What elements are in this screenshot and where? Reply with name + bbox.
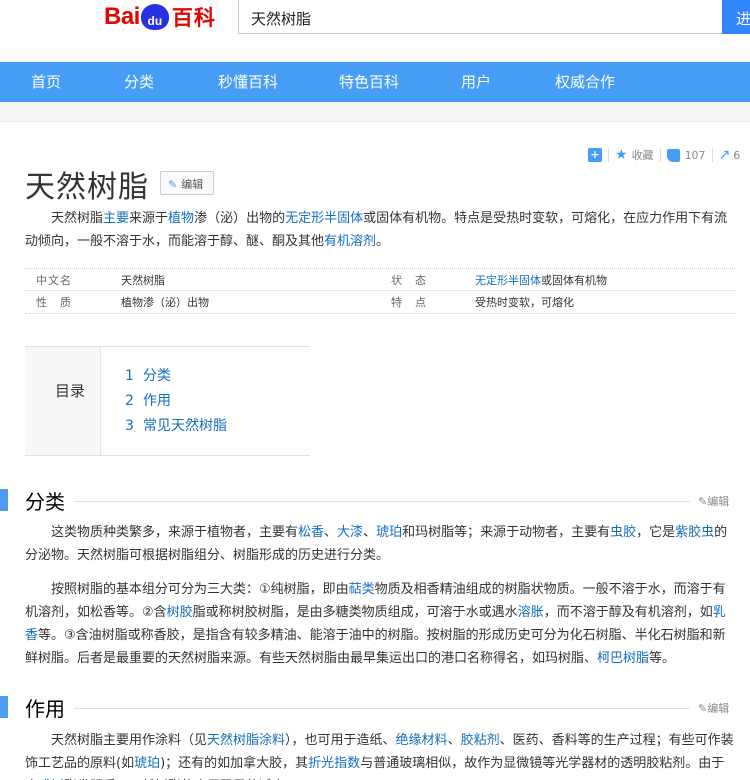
nav-item-video-baike[interactable]: 秒懂百科 bbox=[218, 62, 278, 102]
paragraph-text: 天然树脂 bbox=[51, 211, 104, 226]
inline-link[interactable]: 无定形半固体 bbox=[285, 211, 363, 226]
paragraph-text: ），也可用于造纸、 bbox=[285, 733, 396, 748]
table-of-contents: 目录 1 分类 2 作用 3 常见天然树脂 bbox=[25, 346, 310, 456]
nav-item-feature-baike[interactable]: 特色百科 bbox=[339, 62, 399, 102]
inline-link[interactable]: 有机溶剂 bbox=[324, 234, 376, 249]
section-title: 作用 bbox=[25, 697, 65, 721]
paragraph-text: 、 bbox=[447, 733, 461, 748]
nav-item-category[interactable]: 分类 bbox=[124, 62, 154, 102]
paragraph-text: 、 bbox=[363, 525, 377, 540]
inline-link[interactable]: 溶胀 bbox=[518, 605, 544, 620]
info-row: 性 质 植物渗（泌）出物 特 点 受热时变软，可熔化 bbox=[25, 291, 735, 314]
sub-nav-strip bbox=[0, 102, 750, 122]
share-count[interactable]: 6 bbox=[733, 149, 740, 162]
like-count[interactable]: 107 bbox=[685, 149, 706, 162]
info-link[interactable]: 无定形半固体 bbox=[475, 274, 541, 287]
section-header-classification: 分类 ✎编辑 bbox=[0, 487, 750, 514]
collect-button[interactable]: 收藏 bbox=[632, 147, 654, 163]
pencil-icon: ✎ bbox=[168, 178, 178, 191]
nav-item-partners[interactable]: 权威合作 bbox=[555, 62, 615, 102]
section-title: 分类 bbox=[25, 490, 65, 514]
info-key: 状 态 bbox=[391, 274, 427, 287]
page-title: 天然树脂 bbox=[25, 170, 149, 205]
inline-link[interactable]: 琥珀 bbox=[376, 525, 402, 540]
paragraph-text: 天然树脂主要用作涂料（见 bbox=[51, 733, 208, 748]
toc-label-panel: 目录 bbox=[25, 347, 101, 455]
info-key: 中文名 bbox=[36, 274, 72, 287]
info-value: 受热时变软，可熔化 bbox=[475, 296, 574, 309]
inline-link[interactable]: 松香 bbox=[298, 525, 324, 540]
info-value: 天然树脂 bbox=[121, 274, 165, 287]
inline-link[interactable]: 主要 bbox=[103, 211, 129, 226]
info-value: 植物渗（泌）出物 bbox=[121, 296, 209, 309]
edit-button[interactable]: ✎ 编辑 bbox=[160, 171, 214, 195]
main-nav: 首页 分类 秒懂百科 特色百科 用户 权威合作 bbox=[0, 62, 750, 102]
toc-item[interactable]: 3 常见天然树脂 bbox=[125, 415, 227, 435]
share-icon[interactable]: ↗ bbox=[719, 147, 731, 163]
toc-title: 目录 bbox=[55, 382, 86, 400]
inline-link[interactable]: 折光指数 bbox=[308, 756, 360, 771]
inline-link[interactable]: 柯巴树脂 bbox=[597, 651, 649, 666]
paragraph-text: 脂或称树胶树脂，是由多糖类物质组成，可溶于水或遇水 bbox=[192, 605, 518, 620]
inline-link[interactable]: 琥珀 bbox=[134, 756, 160, 771]
paragraph-text: ，而不溶于醇及有机溶剂，如 bbox=[543, 605, 713, 620]
add-icon[interactable]: + bbox=[588, 148, 602, 162]
section-marker bbox=[0, 696, 8, 718]
baidu-baike-logo[interactable]: Bai du 百科 bbox=[104, 2, 216, 32]
logo-baike-text: 百科 bbox=[171, 6, 216, 30]
classification-paragraph-2: 按照树脂的基本组分可分为三大类：①纯树脂，即由萜类物质及相香精油组成的树脂状物质… bbox=[25, 578, 735, 670]
nav-item-home[interactable]: 首页 bbox=[31, 62, 61, 102]
paragraph-text: 和玛树脂等；来源于动物者，主要有 bbox=[402, 525, 611, 540]
paragraph-text: 、 bbox=[324, 525, 338, 540]
inline-link[interactable]: 绝缘材料 bbox=[396, 733, 448, 748]
inline-link[interactable]: 虫胶 bbox=[610, 525, 636, 540]
article-toolbar: + ★ 收藏 107 ↗ 6 bbox=[588, 146, 740, 164]
thumbs-up-icon[interactable] bbox=[666, 148, 680, 162]
inline-link[interactable]: 胶粘剂 bbox=[461, 733, 500, 748]
inline-link[interactable]: 萜类 bbox=[349, 582, 375, 597]
paragraph-text: 来源于 bbox=[129, 211, 169, 226]
search-button[interactable]: 进 bbox=[722, 0, 750, 34]
inline-link[interactable]: 紫胶虫 bbox=[675, 525, 714, 540]
paragraph-text: 等。 bbox=[649, 651, 676, 666]
info-key: 特 点 bbox=[391, 296, 427, 309]
info-value: 无定形半固体或固体有机物 bbox=[475, 274, 607, 287]
paragraph-text: 。 bbox=[376, 234, 390, 249]
top-search-bar: Bai du 百科 天然树脂 进 bbox=[0, 0, 750, 62]
section-divider bbox=[74, 501, 690, 502]
basic-info-table: 中文名 天然树脂 状 态 无定形半固体或固体有机物 性 质 植物渗（泌）出物 特… bbox=[25, 268, 735, 314]
info-row: 中文名 天然树脂 状 态 无定形半固体或固体有机物 bbox=[25, 268, 735, 291]
inline-link[interactable]: 大漆 bbox=[337, 525, 363, 540]
section-header-usage: 作用 ✎编辑 bbox=[0, 694, 750, 721]
section-divider bbox=[74, 708, 690, 709]
inline-link[interactable]: 树胶 bbox=[167, 605, 193, 620]
paragraph-text: ，它是 bbox=[636, 525, 676, 540]
logo-bai-text: Bai bbox=[104, 3, 140, 30]
divider bbox=[711, 148, 713, 162]
inline-link[interactable]: 植物 bbox=[168, 211, 194, 226]
nav-item-user[interactable]: 用户 bbox=[461, 62, 491, 102]
section-edit-button[interactable]: ✎编辑 bbox=[698, 493, 729, 509]
pencil-icon: ✎ bbox=[698, 702, 708, 715]
paragraph-text: 按照树脂的基本组分可分为三大类：①纯树脂，即由 bbox=[51, 582, 349, 597]
classification-paragraph-1: 这类物质种类繁多，来源于植物者，主要有松香、大漆、琥珀和玛树脂等；来源于动物者，… bbox=[25, 521, 735, 567]
star-icon[interactable]: ★ bbox=[615, 147, 628, 163]
toc-item[interactable]: 1 分类 bbox=[125, 365, 171, 385]
section-marker bbox=[0, 489, 8, 511]
section-edit-button[interactable]: ✎编辑 bbox=[698, 700, 729, 716]
paragraph-text: 与普通玻璃相似，故作为显微镜等光学器材的透明胶粘剂。由于 bbox=[360, 756, 725, 771]
inline-link[interactable]: 天然树脂涂料 bbox=[207, 733, 285, 748]
info-key: 性 质 bbox=[36, 296, 72, 309]
usage-paragraph-1: 天然树脂主要用作涂料（见天然树脂涂料），也可用于造纸、绝缘材料、胶粘剂、医药、香… bbox=[25, 729, 735, 780]
paragraph-text: 这类物质种类繁多，来源于植物者，主要有 bbox=[51, 525, 299, 540]
summary-paragraph: 天然树脂主要来源于植物渗（泌）出物的无定形半固体或固体有机物。特点是受热时变软，… bbox=[25, 207, 735, 253]
divider bbox=[659, 148, 661, 162]
divider bbox=[608, 148, 609, 162]
pencil-icon: ✎ bbox=[698, 495, 708, 508]
paragraph-text: 渗（泌）出物的 bbox=[194, 211, 286, 226]
paw-icon: du bbox=[140, 4, 169, 30]
paragraph-text: )；还有的如加拿大胶，其 bbox=[160, 756, 309, 771]
toc-item[interactable]: 2 作用 bbox=[125, 390, 171, 410]
search-input[interactable]: 天然树脂 bbox=[238, 0, 724, 34]
